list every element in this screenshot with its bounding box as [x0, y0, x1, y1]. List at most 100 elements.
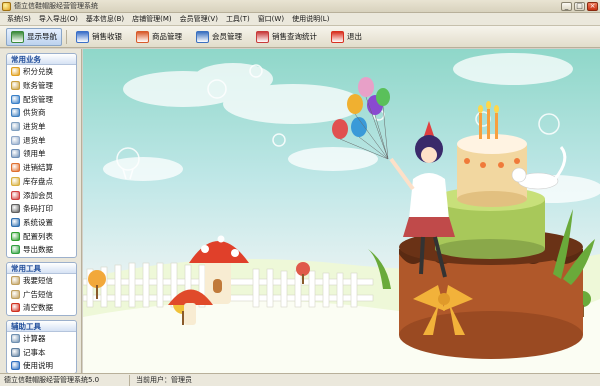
close-button[interactable]: ×	[587, 1, 598, 11]
toolbar-button-label: 销售收银	[92, 32, 122, 41]
toolbar-button-label: 商品管理	[152, 32, 182, 41]
barcode-icon	[11, 204, 20, 214]
app-logo-icon	[2, 1, 11, 11]
sidebar-item-requisition[interactable]: 领用单	[7, 147, 76, 161]
menu-window[interactable]: 窗口(W)	[254, 14, 288, 24]
requisition-icon	[11, 149, 20, 159]
current-user-label: 当前用户：管理员	[136, 376, 192, 384]
sidebar-item-return[interactable]: 退货单	[7, 133, 76, 147]
toolbar-button-member[interactable]: 会员管理	[191, 28, 247, 46]
sidebar-item-account[interactable]: 账务管理	[7, 79, 76, 93]
help-icon	[11, 361, 20, 371]
settings-icon	[11, 217, 20, 227]
sidebar-item-label: 我要短信	[23, 275, 53, 285]
sidebar-item-sms[interactable]: 我要短信	[7, 274, 76, 288]
clear-icon	[11, 303, 20, 313]
inventory-icon	[11, 176, 20, 186]
exit-icon	[331, 30, 344, 43]
sidebar-group: 辅助工具计算器记事本使用说明	[6, 319, 77, 373]
sidebar-item-label: 添加会员	[23, 190, 53, 200]
menu-system[interactable]: 系统(S)	[3, 14, 35, 24]
goods-icon	[136, 30, 149, 43]
sidebar-item-settlement[interactable]: 进销结算	[7, 161, 76, 175]
sidebar-item-points[interactable]: 积分兑换	[7, 65, 76, 79]
toolbar-button-label: 销售查询统计	[272, 32, 317, 41]
maximize-button[interactable]: □	[574, 1, 585, 11]
menu-member[interactable]: 会员管理(V)	[176, 14, 222, 24]
sidebar-group-title[interactable]: 辅助工具	[7, 320, 76, 332]
sidebar-item-label: 使用说明	[23, 361, 53, 371]
sidebar-item-calculator[interactable]: 计算器	[7, 332, 76, 346]
cashier-icon	[76, 30, 89, 43]
sidebar-item-label: 系统设置	[23, 217, 53, 227]
sidebar-item-label: 进货单	[23, 122, 46, 132]
menu-basic-info[interactable]: 基本信息(B)	[82, 14, 128, 24]
sidebar-item-label: 计算器	[23, 334, 46, 344]
menu-tools[interactable]: 工具(T)	[222, 14, 254, 24]
sidebar-item-help[interactable]: 使用说明	[7, 359, 76, 373]
ad-sms-icon	[11, 289, 20, 299]
menu-help[interactable]: 使用说明(L)	[288, 14, 333, 24]
sidebar-item-distribution[interactable]: 配货管理	[7, 92, 76, 106]
toolbar-button-label: 显示导航	[27, 32, 57, 41]
sidebar-group-title[interactable]: 常用业务	[7, 54, 76, 65]
status-bar: 德立信鞋帽服经营管理系统5.0 当前用户：管理员	[0, 373, 600, 386]
toolbar-button-goods[interactable]: 商品管理	[131, 28, 187, 46]
sidebar-item-label: 配置列表	[23, 231, 53, 241]
sidebar-item-label: 供货商	[23, 108, 46, 118]
sidebar-item-ad-sms[interactable]: 广告短信	[7, 287, 76, 301]
navigation-icon	[11, 30, 24, 43]
sidebar-item-add-member[interactable]: 添加会员	[7, 188, 76, 202]
notepad-icon	[11, 347, 20, 357]
toolbar-button-navigation[interactable]: 显示导航	[6, 27, 62, 46]
menu-bar: 系统(S) 导入导出(O) 基本信息(B) 店铺管理(M) 会员管理(V) 工具…	[0, 13, 600, 26]
window-title: 德立信鞋帽服经营管理系统	[14, 2, 98, 10]
export-icon	[11, 245, 20, 255]
sidebar-item-barcode[interactable]: 条码打印	[7, 202, 76, 216]
minimize-button[interactable]: _	[561, 1, 572, 11]
sidebar-item-clear[interactable]: 清空数据	[7, 301, 76, 315]
sidebar-item-label: 进销结算	[23, 163, 53, 173]
calculator-icon	[11, 334, 20, 344]
sidebar-item-config[interactable]: 配置列表	[7, 229, 76, 243]
sidebar-item-export[interactable]: 导出数据	[7, 243, 76, 257]
toolbar-button-label: 会员管理	[212, 32, 242, 41]
version-label: 德立信鞋帽服经营管理系统5.0	[0, 374, 130, 386]
toolbar-button-cashier[interactable]: 销售收银	[71, 28, 127, 46]
sidebar-item-inventory[interactable]: 库存盘点	[7, 175, 76, 189]
settlement-icon	[11, 163, 20, 173]
sidebar-item-supplier[interactable]: 供货商	[7, 106, 76, 120]
sidebar-item-label: 账务管理	[23, 81, 53, 91]
sidebar-item-label: 库存盘点	[23, 176, 53, 186]
sidebar-item-settings[interactable]: 系统设置	[7, 216, 76, 230]
sidebar-item-label: 配货管理	[23, 94, 53, 104]
menu-store[interactable]: 店铺管理(M)	[128, 14, 176, 24]
sidebar-item-label: 领用单	[23, 149, 46, 159]
toolbar-button-label: 退出	[347, 32, 362, 41]
sidebar-item-label: 广告短信	[23, 289, 53, 299]
sidebar-item-notepad[interactable]: 记事本	[7, 345, 76, 359]
toolbar: 显示导航 销售收银 商品管理 会员管理 销售查询统计 退出	[0, 26, 600, 48]
sms-icon	[11, 275, 20, 285]
purchase-icon	[11, 122, 20, 132]
points-icon	[11, 67, 20, 77]
supplier-icon	[11, 108, 20, 118]
toolbar-button-exit[interactable]: 退出	[326, 28, 367, 46]
menu-import-export[interactable]: 导入导出(O)	[35, 14, 82, 24]
config-icon	[11, 231, 20, 241]
sidebar-item-label: 退货单	[23, 135, 46, 145]
birthday-cake-illustration	[83, 53, 600, 373]
add-member-icon	[11, 190, 20, 200]
toolbar-button-stats[interactable]: 销售查询统计	[251, 28, 322, 46]
distribution-icon	[11, 94, 20, 104]
sidebar-item-label: 清空数据	[23, 303, 53, 313]
sidebar-item-label: 条码打印	[23, 204, 53, 214]
sidebar-navigation: 常用业务 积分兑换账务管理配货管理供货商进货单退货单领用单进销结算库存盘点添加会员…	[0, 49, 82, 373]
sidebar-item-label: 记事本	[23, 347, 46, 357]
account-icon	[11, 81, 20, 91]
sidebar-item-label: 导出数据	[23, 245, 53, 255]
sidebar-item-purchase[interactable]: 进货单	[7, 120, 76, 134]
sidebar-group-title[interactable]: 常用工具	[7, 262, 76, 274]
main-canvas	[83, 49, 600, 373]
sidebar-group: 常用业务 积分兑换账务管理配货管理供货商进货单退货单领用单进销结算库存盘点添加会员…	[6, 53, 77, 258]
